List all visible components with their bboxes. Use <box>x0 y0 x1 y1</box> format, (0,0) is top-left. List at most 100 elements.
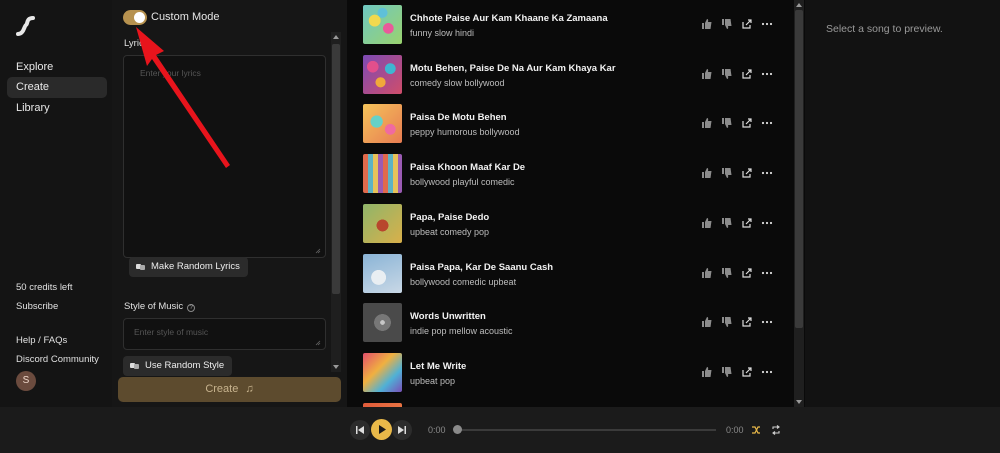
scrollbar-thumb[interactable] <box>795 10 803 328</box>
more-options-icon[interactable] <box>761 117 773 129</box>
progress-handle[interactable] <box>453 425 462 434</box>
share-icon[interactable] <box>741 167 753 179</box>
song-row[interactable]: Motu Behen, Paise De Na Aur Kam Khaya Ka… <box>363 54 783 95</box>
make-random-lyrics-label: Make Random Lyrics <box>151 261 240 272</box>
thumbs-up-icon[interactable] <box>701 117 713 129</box>
scroll-up-icon[interactable] <box>333 35 339 39</box>
scrollbar-thumb[interactable] <box>332 44 340 294</box>
song-list-scrollbar[interactable] <box>794 0 804 407</box>
song-cover[interactable] <box>363 253 402 293</box>
previous-button[interactable] <box>350 420 370 440</box>
more-options-icon[interactable] <box>761 267 773 279</box>
song-row[interactable]: Chhote Paise Aur Kam Khaane Ka Zamaana f… <box>363 5 783 45</box>
thumbs-down-icon[interactable] <box>721 267 733 279</box>
scroll-down-icon[interactable] <box>333 365 339 369</box>
share-icon[interactable] <box>741 366 753 378</box>
more-options-icon[interactable] <box>761 316 773 328</box>
style-input[interactable]: Enter style of music <box>123 318 326 350</box>
thumbs-up-icon[interactable] <box>701 267 713 279</box>
share-icon[interactable] <box>741 68 753 80</box>
music-note-icon: ♫ <box>245 383 254 395</box>
lyrics-input[interactable]: Enter your lyrics <box>123 55 326 258</box>
song-cover[interactable] <box>363 303 402 343</box>
song-cover[interactable] <box>363 203 402 243</box>
scroll-up-icon[interactable] <box>796 3 802 7</box>
make-random-lyrics-button[interactable]: Make Random Lyrics <box>129 257 248 277</box>
song-cover[interactable] <box>363 104 402 144</box>
create-button[interactable]: Create ♫ <box>118 377 341 402</box>
more-options-icon[interactable] <box>761 217 773 229</box>
song-title[interactable]: Papa, Paise Dedo <box>410 212 489 223</box>
create-label: Create <box>205 383 239 395</box>
share-icon[interactable] <box>741 117 753 129</box>
song-row[interactable]: Paisa De Motu Behen peppy humorous bolly… <box>363 104 783 144</box>
preview-panel: Select a song to preview. <box>805 0 1000 407</box>
current-time: 0:00 <box>428 425 446 435</box>
song-cover[interactable] <box>363 54 402 94</box>
song-title[interactable]: Paisa De Motu Behen <box>410 112 507 123</box>
thumbs-up-icon[interactable] <box>701 366 713 378</box>
discord-link[interactable]: Discord Community <box>16 354 99 365</box>
resize-handle-icon[interactable] <box>315 340 321 346</box>
nav-explore[interactable]: Explore <box>7 57 107 78</box>
nav-library[interactable]: Library <box>7 98 107 119</box>
song-row[interactable]: Papa, Paise Dedo upbeat comedy pop <box>363 203 783 244</box>
thumbs-down-icon[interactable] <box>721 366 733 378</box>
song-title[interactable]: Paisa Papa, Kar De Saanu Cash <box>410 262 553 273</box>
thumbs-up-icon[interactable] <box>701 217 713 229</box>
song-row[interactable]: Paisa Papa, Kar De Saanu Cash bollywood … <box>363 253 783 294</box>
song-row[interactable]: Let Me Write upbeat pop <box>363 352 783 393</box>
play-icon <box>379 425 386 434</box>
skip-back-icon <box>356 426 364 434</box>
help-link[interactable]: Help / FAQs <box>16 335 67 346</box>
shuffle-icon[interactable] <box>751 425 761 435</box>
thumbs-down-icon[interactable] <box>721 117 733 129</box>
thumbs-down-icon[interactable] <box>721 68 733 80</box>
use-random-style-label: Use Random Style <box>145 360 225 371</box>
custom-mode-toggle[interactable] <box>123 10 147 25</box>
resize-handle-icon[interactable] <box>315 248 321 254</box>
song-row[interactable]: Paisa Khoon Maaf Kar De bollywood playfu… <box>363 154 783 194</box>
more-options-icon[interactable] <box>761 366 773 378</box>
share-icon[interactable] <box>741 316 753 328</box>
total-time: 0:00 <box>726 425 744 435</box>
song-tags: bollywood playful comedic <box>410 177 515 188</box>
use-random-style-button[interactable]: Use Random Style <box>123 356 233 376</box>
subscribe-link[interactable]: Subscribe <box>16 301 58 312</box>
thumbs-down-icon[interactable] <box>721 18 733 30</box>
share-icon[interactable] <box>741 217 753 229</box>
logo-icon[interactable] <box>14 14 38 38</box>
song-title[interactable]: Motu Behen, Paise De Na Aur Kam Khaya Ka… <box>410 63 616 74</box>
create-panel-scrollbar[interactable] <box>331 32 341 372</box>
thumbs-down-icon[interactable] <box>721 316 733 328</box>
song-cover[interactable] <box>363 154 402 194</box>
repeat-icon[interactable] <box>771 425 781 435</box>
song-cover[interactable] <box>363 5 402 44</box>
thumbs-down-icon[interactable] <box>721 167 733 179</box>
more-options-icon[interactable] <box>761 167 773 179</box>
song-title[interactable]: Chhote Paise Aur Kam Khaane Ka Zamaana <box>410 13 608 24</box>
scroll-down-icon[interactable] <box>796 400 802 404</box>
thumbs-down-icon[interactable] <box>721 217 733 229</box>
song-cover[interactable] <box>363 352 402 392</box>
thumbs-up-icon[interactable] <box>701 68 713 80</box>
play-button[interactable] <box>371 419 392 440</box>
style-label-text: Style of Music <box>124 301 184 312</box>
song-row[interactable]: Words Unwritten indie pop mellow acousti… <box>363 303 783 343</box>
song-title[interactable]: Let Me Write <box>410 361 466 372</box>
share-icon[interactable] <box>741 267 753 279</box>
next-button[interactable] <box>392 420 412 440</box>
more-options-icon[interactable] <box>761 18 773 30</box>
thumbs-up-icon[interactable] <box>701 167 713 179</box>
thumbs-up-icon[interactable] <box>701 18 713 30</box>
song-tags: indie pop mellow acoustic <box>410 326 513 337</box>
song-title[interactable]: Paisa Khoon Maaf Kar De <box>410 162 525 173</box>
help-icon[interactable]: ? <box>187 304 196 312</box>
nav-create[interactable]: Create <box>7 77 107 98</box>
thumbs-up-icon[interactable] <box>701 316 713 328</box>
avatar[interactable]: S <box>16 371 36 391</box>
share-icon[interactable] <box>741 18 753 30</box>
song-title[interactable]: Words Unwritten <box>410 311 486 322</box>
progress-bar[interactable] <box>457 429 716 431</box>
more-options-icon[interactable] <box>761 68 773 80</box>
